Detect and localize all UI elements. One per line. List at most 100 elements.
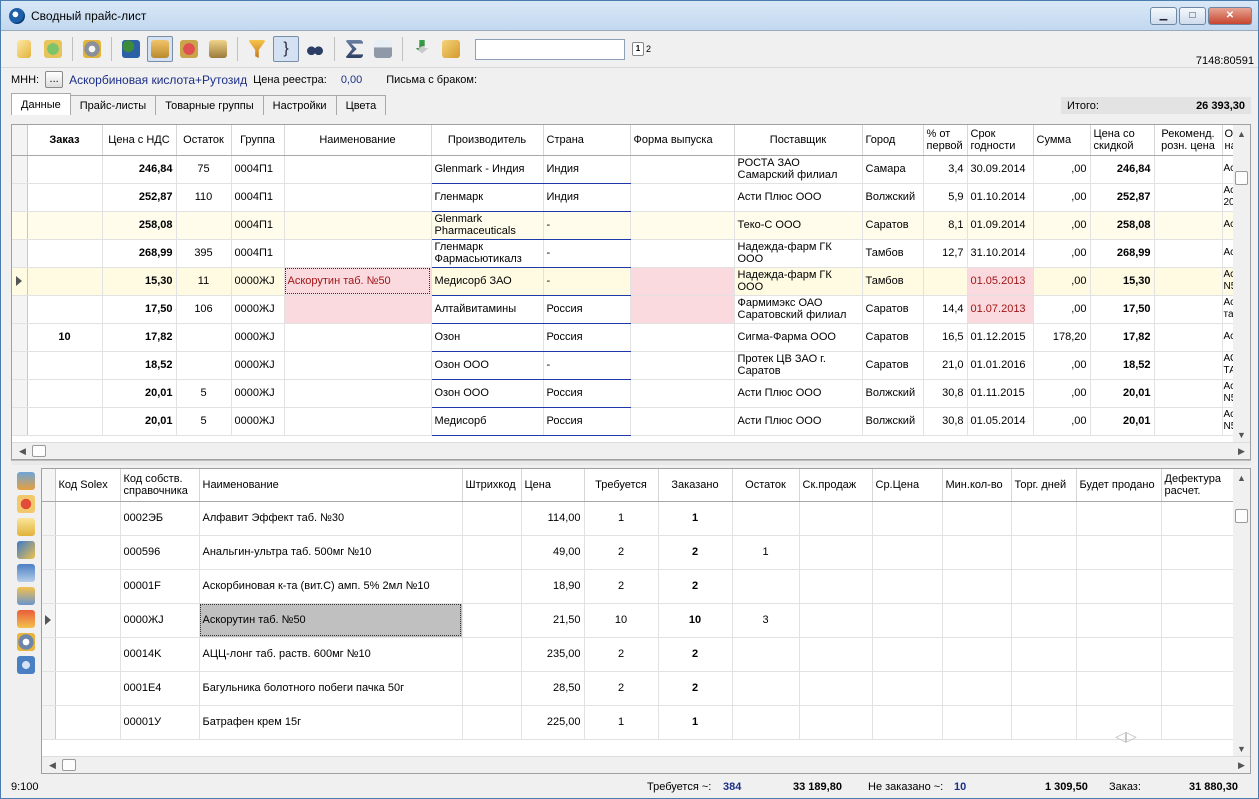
- filter-icon[interactable]: [17, 587, 35, 605]
- close-button[interactable]: ✕: [1208, 6, 1252, 25]
- col-stock[interactable]: Остаток: [176, 125, 232, 156]
- col-pct[interactable]: % от первой: [923, 125, 968, 156]
- table-row[interactable]: 258,08 0004П1 Glenmark Pharmaceuticals -…: [12, 211, 1250, 240]
- new-document-button[interactable]: [11, 36, 37, 62]
- edit-button[interactable]: [438, 36, 464, 62]
- bracket-button[interactable]: }: [273, 36, 299, 62]
- table-row[interactable]: 00014K АЦЦ-лонг таб. раств. 600мг №10 23…: [42, 637, 1236, 672]
- offers-vertical-scrollbar[interactable]: ▲ ▼: [1233, 125, 1250, 443]
- download-button[interactable]: [409, 36, 435, 62]
- col-name[interactable]: Наименование: [284, 125, 432, 156]
- col-will-sell[interactable]: Будет продано: [1076, 469, 1162, 502]
- col-shortage[interactable]: Дефектура расчет.: [1161, 469, 1236, 502]
- scroll-down-arrow-icon[interactable]: ▼: [1233, 426, 1250, 443]
- load-icon[interactable]: [17, 472, 35, 490]
- col-min-qty[interactable]: Мин.кол-во: [942, 469, 1012, 502]
- table-row[interactable]: 00001У Батрафен крем 15г 225,00 1 1: [42, 705, 1236, 740]
- sum-button[interactable]: [341, 36, 367, 62]
- delete-icon[interactable]: [17, 495, 35, 513]
- page-one-button[interactable]: 1: [632, 42, 644, 56]
- find-button[interactable]: [302, 36, 328, 62]
- page-indicator[interactable]: 1 2: [632, 42, 651, 56]
- table-row[interactable]: 246,84 75 0004П1 Glenmark - Индия Индия …: [12, 155, 1250, 184]
- maximize-button[interactable]: □: [1179, 6, 1206, 25]
- scroll-right-arrow-icon[interactable]: ▶: [1233, 443, 1250, 459]
- tools-icon[interactable]: [17, 541, 35, 559]
- price-button[interactable]: [40, 36, 66, 62]
- col-barcode[interactable]: Штрихкод: [462, 469, 522, 502]
- scroll-thumb[interactable]: [1235, 509, 1248, 523]
- minimize-button[interactable]: ▁: [1150, 6, 1177, 25]
- table-row[interactable]: 000596 Анальгин-ультра таб. 500мг №10 49…: [42, 535, 1236, 570]
- settings-icon[interactable]: [17, 633, 35, 651]
- scroll-thumb[interactable]: [62, 759, 76, 771]
- table-row[interactable]: 17,50 106 0000ЖJ Алтайвитамины Россия Фа…: [12, 295, 1250, 324]
- scroll-down-arrow-icon[interactable]: ▼: [1233, 740, 1250, 757]
- table-row[interactable]: 0001E4 Багульника болотного побеги пачка…: [42, 671, 1236, 706]
- col-group[interactable]: Группа: [231, 125, 285, 156]
- remove-button[interactable]: [176, 36, 202, 62]
- col-expiry[interactable]: Срок годности: [967, 125, 1034, 156]
- col-trade-days[interactable]: Торг. дней: [1011, 469, 1077, 502]
- col-stock[interactable]: Остаток: [732, 469, 800, 502]
- pane-splitter[interactable]: [11, 460, 1251, 465]
- col-avg-price[interactable]: Ср.Цена: [872, 469, 943, 502]
- col-need[interactable]: Требуется: [584, 469, 659, 502]
- scroll-up-arrow-icon[interactable]: ▲: [1233, 469, 1250, 486]
- table-row[interactable]: 268,99 395 0004П1 Гленмарк Фармасьютикал…: [12, 239, 1250, 268]
- percent-button[interactable]: [118, 36, 144, 62]
- table-row-selected[interactable]: 15,30 11 0000ЖJ Аскорутин таб. №50 Медис…: [12, 267, 1250, 296]
- tab-data[interactable]: Данные: [11, 93, 71, 115]
- scroll-up-arrow-icon[interactable]: ▲: [1233, 125, 1250, 142]
- col-item-name[interactable]: Наименование: [199, 469, 463, 502]
- scroll-right-arrow-icon[interactable]: ▶: [1233, 757, 1250, 773]
- boxes-button[interactable]: [147, 36, 173, 62]
- table-row-selected[interactable]: 0000ЖJ Аскорутин таб. №50 21,50 10 10 3: [42, 603, 1236, 638]
- document-icon[interactable]: [17, 518, 35, 536]
- scroll-thumb[interactable]: [1235, 171, 1248, 185]
- scroll-thumb[interactable]: [32, 445, 46, 457]
- col-price[interactable]: Цена: [521, 469, 585, 502]
- offers-grid: Заказ Цена с НДС Остаток Группа Наименов…: [11, 124, 1251, 460]
- table-row[interactable]: 10 17,82 0000ЖJ Озон Россия Сигма-Фарма …: [12, 323, 1250, 352]
- table-row[interactable]: 252,87 110 0004П1 Гленмарк Индия Асти Пл…: [12, 183, 1250, 212]
- print-button[interactable]: [370, 36, 396, 62]
- users-button[interactable]: [205, 36, 231, 62]
- col-ordered[interactable]: Заказано: [658, 469, 733, 502]
- settings-button[interactable]: [79, 36, 105, 62]
- search-input[interactable]: [475, 38, 625, 60]
- row-pointer-icon: [16, 276, 22, 286]
- col-solex-code[interactable]: Код Solex: [55, 469, 121, 502]
- refresh-icon[interactable]: [17, 656, 35, 674]
- col-city[interactable]: Город: [862, 125, 924, 156]
- col-order[interactable]: Заказ: [27, 125, 103, 156]
- col-country[interactable]: Страна: [543, 125, 631, 156]
- col-sum[interactable]: Сумма: [1033, 125, 1091, 156]
- col-own-code[interactable]: Код собств. справочника: [120, 469, 200, 502]
- col-supplier[interactable]: Поставщик: [734, 125, 863, 156]
- col-sales-speed[interactable]: Ск.продаж: [799, 469, 873, 502]
- order-vertical-scrollbar[interactable]: ▲ ▼: [1233, 469, 1250, 757]
- scroll-left-arrow-icon[interactable]: ◀: [14, 443, 31, 459]
- tab-colors[interactable]: Цвета: [335, 95, 387, 115]
- table-row[interactable]: 20,01 5 0000ЖJ Медисорб Россия Асти Плюс…: [12, 407, 1250, 436]
- transfer-icon[interactable]: [17, 564, 35, 582]
- tab-price-lists[interactable]: Прайс-листы: [69, 95, 157, 115]
- col-discount-price[interactable]: Цена со скидкой: [1090, 125, 1155, 156]
- move-icon[interactable]: [17, 610, 35, 628]
- table-row[interactable]: 00001F Аскорбиновая к-та (вит.С) амп. 5%…: [42, 569, 1236, 604]
- scroll-left-arrow-icon[interactable]: ◀: [44, 757, 61, 773]
- tab-settings[interactable]: Настройки: [262, 95, 337, 115]
- order-horizontal-scrollbar[interactable]: ◀ ▶: [42, 756, 1250, 773]
- offers-horizontal-scrollbar[interactable]: ◀ ▶: [12, 442, 1250, 459]
- col-maker[interactable]: Производитель: [431, 125, 544, 156]
- table-row[interactable]: 20,01 5 0000ЖJ Озон ООО Россия Асти Плюс…: [12, 379, 1250, 408]
- table-row[interactable]: 0002ЭБ Алфавит Эффект таб. №30 114,00 1 …: [42, 501, 1236, 536]
- tab-product-groups[interactable]: Товарные группы: [155, 95, 264, 115]
- col-rec-price[interactable]: Рекоменд. розн. цена: [1154, 125, 1223, 156]
- filter-button[interactable]: [244, 36, 270, 62]
- col-price-vat[interactable]: Цена с НДС: [102, 125, 177, 156]
- col-form[interactable]: Форма выпуска: [630, 125, 735, 156]
- table-row[interactable]: 18,52 0000ЖJ Озон ООО - Протек ЦВ ЗАО г.…: [12, 351, 1250, 380]
- mnn-select-button[interactable]: ...: [45, 71, 64, 88]
